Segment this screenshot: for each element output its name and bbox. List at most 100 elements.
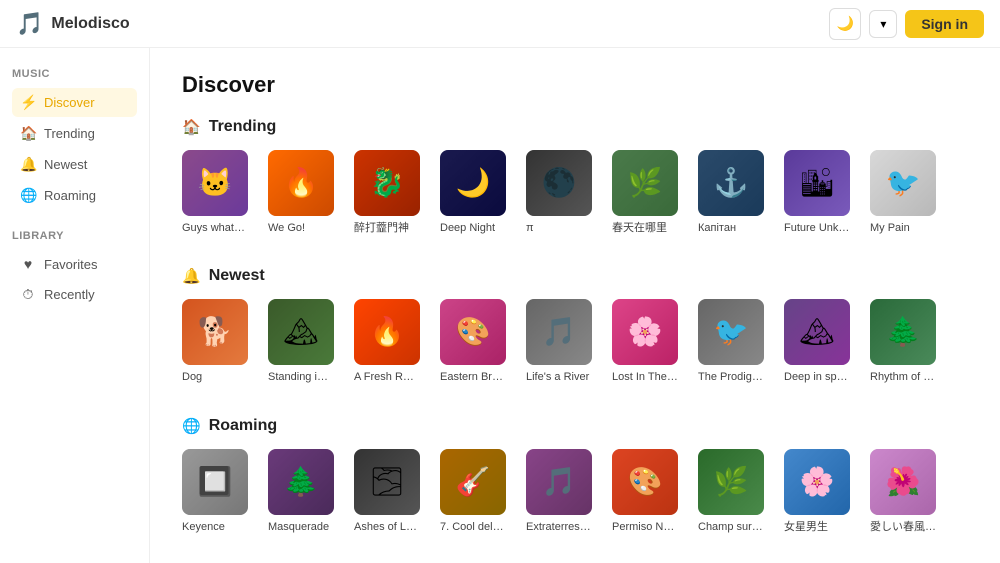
card-label: The Prodigy's Sym...	[698, 370, 764, 384]
list-item[interactable]: 🌸 女星男生	[784, 449, 856, 534]
sidebar-item-newest[interactable]: 🔔Newest	[12, 150, 137, 179]
section-header-newest: 🔔Newest	[182, 267, 968, 285]
sidebar-item-discover[interactable]: ⚡ Discover	[12, 88, 137, 117]
roaming-section-icon: 🌐	[182, 417, 201, 435]
card-thumbnail: 🏙	[784, 150, 850, 216]
list-item[interactable]: 🎵 Extraterrestrial Love	[526, 449, 598, 534]
theme-toggle-button[interactable]: 🌙	[829, 8, 861, 40]
sidebar-item-label: Discover	[44, 95, 95, 110]
newest-cards-row: 🐕 Dog 🏔 Standing in the pro... 🔥 A Fresh…	[182, 299, 968, 384]
list-item[interactable]: 🎸 7. Cool delayed kick	[440, 449, 512, 534]
card-label: 春天在哪里	[612, 221, 678, 235]
list-item[interactable]: 🌲 Rhythm of the Night	[870, 299, 942, 384]
card-label: Guys what is wron...	[182, 221, 248, 235]
list-item[interactable]: 🐱 Guys what is wron...	[182, 150, 254, 235]
card-thumbnail: 🏔	[784, 299, 850, 365]
sidebar-item-trending[interactable]: 🏠Trending	[12, 119, 137, 148]
nav-dropdown-button[interactable]: ▾	[869, 10, 897, 38]
card-label: π	[526, 221, 592, 235]
list-item[interactable]: 🌲 Masquerade	[268, 449, 340, 534]
card-thumbnail: ⚓	[698, 150, 764, 216]
card-label: Keyence	[182, 520, 248, 534]
logo-icon: 🎵	[16, 11, 43, 37]
card-label: Permiso Negado	[612, 520, 678, 534]
svg-text:🐱: 🐱	[198, 167, 233, 198]
card-label: 醉打虀門神	[354, 221, 420, 235]
svg-text:🏔: 🏔	[799, 316, 835, 347]
card-thumbnail: 🎨	[440, 299, 506, 365]
svg-text:🐦: 🐦	[886, 167, 921, 198]
card-thumbnail: 🎸	[440, 449, 506, 515]
list-item[interactable]: 🔲 Keyence	[182, 449, 254, 534]
list-item[interactable]: 🌙 Deep Night	[440, 150, 512, 235]
card-thumbnail: 🎨	[612, 449, 678, 515]
sidebar-item-roaming[interactable]: 🌐 Roaming	[12, 181, 137, 210]
list-item[interactable]: 🐕 Dog	[182, 299, 254, 384]
list-item[interactable]: 🐉 醉打虀門神	[354, 150, 426, 235]
trending-section-title: Trending	[209, 118, 277, 136]
app-logo[interactable]: 🎵 Melodisco	[16, 11, 130, 37]
card-label: Eastern Breeze	[440, 370, 506, 384]
list-item[interactable]: 🎨 Permiso Negado	[612, 449, 684, 534]
sidebar-item-label: Recently	[44, 287, 95, 302]
top-nav: 🎵 Melodisco 🌙 ▾ Sign in	[0, 0, 1000, 48]
svg-text:🐦: 🐦	[714, 316, 749, 347]
list-item[interactable]: 🐦 My Pain	[870, 150, 942, 235]
section-roaming: 🌐Roaming 🔲 Keyence 🌲 Masquerade	[182, 417, 968, 534]
svg-text:🌿: 🌿	[714, 465, 749, 498]
card-thumbnail: 🔥	[268, 150, 334, 216]
card-thumbnail: 🔥	[354, 299, 420, 365]
sidebar-item-label: Favorites	[44, 257, 97, 272]
list-item[interactable]: 🏔 Deep in space	[784, 299, 856, 384]
card-label: Deep Night	[440, 221, 506, 235]
section-header-trending: 🏠 Trending	[182, 118, 968, 136]
list-item[interactable]: 🔥 A Fresh Restart	[354, 299, 426, 384]
list-item[interactable]: 🌿 春天在哪里	[612, 150, 684, 235]
list-item[interactable]: 🎵 Life's a River	[526, 299, 598, 384]
sidebar-library-section: Library ♥Favorites ⏱ Recently	[12, 230, 137, 309]
trending-section-icon: 🏠	[182, 118, 201, 136]
card-label: Dog	[182, 370, 248, 384]
list-item[interactable]: 🏔 Standing in the pro...	[268, 299, 340, 384]
discover-icon: ⚡	[20, 94, 36, 111]
svg-text:🌸: 🌸	[800, 465, 835, 498]
list-item[interactable]: 🌿 Champ sur Drac	[698, 449, 770, 534]
card-thumbnail: 🌙	[440, 150, 506, 216]
svg-text:🌙: 🌙	[456, 166, 491, 199]
sidebar-music-label: Music	[12, 68, 137, 80]
card-thumbnail: 🌲	[268, 449, 334, 515]
roaming-icon: 🌐	[20, 187, 36, 204]
recently-icon: ⏱	[20, 286, 36, 303]
card-thumbnail: 🎵	[526, 299, 592, 365]
sidebar-item-favorites[interactable]: ♥Favorites	[12, 250, 137, 278]
main-content: Discover 🏠Trending 🐱 Guys what is wron..…	[150, 48, 1000, 563]
sidebar-item-recently[interactable]: ⏱ Recently	[12, 280, 137, 309]
section-header-roaming: 🌐Roaming	[182, 417, 968, 435]
svg-text:🎨: 🎨	[628, 464, 663, 498]
list-item[interactable]: 🐦 The Prodigy's Sym...	[698, 299, 770, 384]
sidebar-library-label: Library	[12, 230, 137, 242]
card-thumbnail: 🎵	[526, 449, 592, 515]
card-label: Lost In The Wind	[612, 370, 678, 384]
list-item[interactable]: 🌸 Lost In The Wind	[612, 299, 684, 384]
sidebar-item-label: Newest	[44, 157, 87, 172]
list-item[interactable]: 🎨 Eastern Breeze	[440, 299, 512, 384]
sidebar-item-label: Trending	[44, 126, 95, 141]
card-thumbnail: 🐉	[354, 150, 420, 216]
section-trending: 🏠 Trending 🐱 Guys what is wron... 🔥 We Go…	[182, 118, 968, 235]
roaming-cards-row: 🔲 Keyence 🌲 Masquerade 🌫 Ashes of Love	[182, 449, 968, 534]
list-item[interactable]: 🔥 We Go!	[268, 150, 340, 235]
card-thumbnail: 🌿	[612, 150, 678, 216]
newest-section-icon: 🔔	[182, 267, 201, 285]
sidebar-item-label: Roaming	[44, 188, 96, 203]
list-item[interactable]: ⚓ Капітан	[698, 150, 770, 235]
card-thumbnail: 🐦	[698, 299, 764, 365]
list-item[interactable]: 🌺 愛しい春風 (Belove...	[870, 449, 942, 534]
list-item[interactable]: 🏙 Future Unknown	[784, 150, 856, 235]
card-thumbnail: 🌫	[354, 449, 420, 515]
signin-button[interactable]: Sign in	[905, 10, 984, 38]
card-label: A Fresh Restart	[354, 370, 420, 384]
card-thumbnail: 🏔	[268, 299, 334, 365]
list-item[interactable]: 🌑 π	[526, 150, 598, 235]
list-item[interactable]: 🌫 Ashes of Love	[354, 449, 426, 534]
